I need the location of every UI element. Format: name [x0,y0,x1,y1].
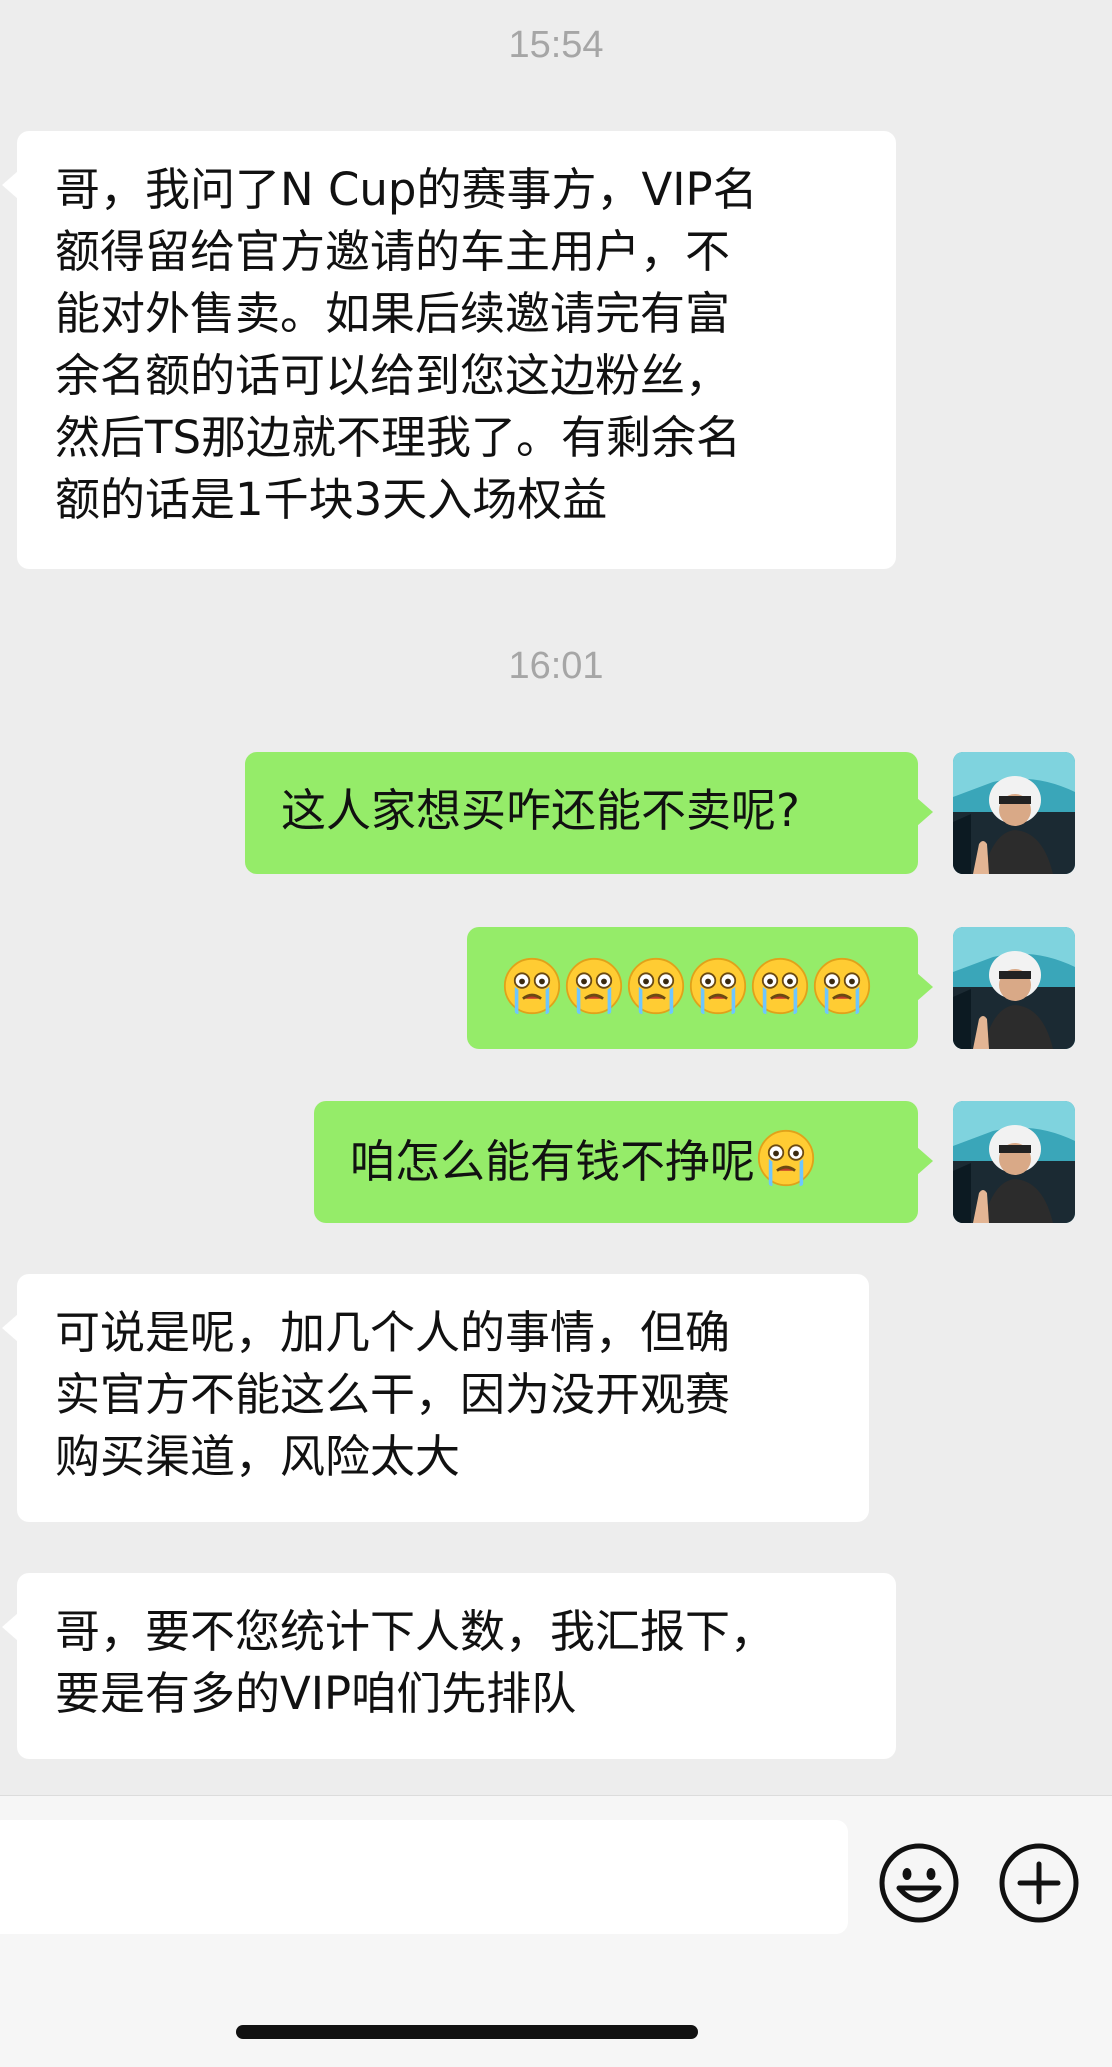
message-text: 咱怎么能有钱不挣呢 [350,1135,756,1188]
crying-face-icon [757,1129,815,1187]
crying-face-icon [813,957,871,1015]
avatar[interactable] [953,1101,1075,1223]
crying-face-icon [503,957,561,1015]
message-bubble-outgoing[interactable] [467,927,933,1049]
home-indicator[interactable] [236,2025,698,2039]
avatar-photo-icon [953,752,1075,874]
message-text: 哥，我问了N Cup的赛事方，VIP名 额得留给官方邀请的车主用户，不 能对外售… [55,163,758,526]
message-bubble-incoming[interactable]: 哥，要不您统计下人数，我汇报下， 要是有多的VIP咱们先排队 [2,1573,896,1759]
crying-face-icon [751,957,809,1015]
chat-area: 15:54 哥，我问了N Cup的赛事方，VIP名 额得留给官方邀请的车主用户，… [0,0,1112,1795]
avatar[interactable] [953,927,1075,1049]
message-input[interactable] [0,1820,848,1934]
avatar-photo-icon [953,1101,1075,1223]
smiley-face-icon[interactable] [878,1842,960,1924]
message-bubble-incoming[interactable]: 哥，我问了N Cup的赛事方，VIP名 额得留给官方邀请的车主用户，不 能对外售… [2,131,896,569]
message-bubble-outgoing[interactable]: 这人家想买咋还能不卖呢? [245,752,933,874]
message-bubble-outgoing[interactable]: 咱怎么能有钱不挣呢 [314,1101,933,1223]
message-bubble-incoming[interactable]: 可说是呢，加几个人的事情，但确 实官方不能这么干，因为没开观赛 购买渠道，风险太… [2,1274,869,1522]
avatar[interactable] [953,752,1075,874]
crying-face-icon [627,957,685,1015]
message-text: 可说是呢，加几个人的事情，但确 实官方不能这么干，因为没开观赛 购买渠道，风险太… [55,1306,731,1483]
message-text: 这人家想买咋还能不卖呢? [281,784,800,837]
timestamp: 15:54 [508,24,604,66]
crying-face-icon [689,957,747,1015]
emoji-row [501,957,888,1021]
timestamp: 16:01 [508,645,604,687]
avatar-photo-icon [953,927,1075,1049]
crying-face-icon [565,957,623,1015]
message-text: 哥，要不您统计下人数，我汇报下， 要是有多的VIP咱们先排队 [55,1605,776,1720]
plus-circle-icon[interactable] [998,1842,1080,1924]
message-text-row: 咱怎么能有钱不挣呢 [350,1129,898,1193]
